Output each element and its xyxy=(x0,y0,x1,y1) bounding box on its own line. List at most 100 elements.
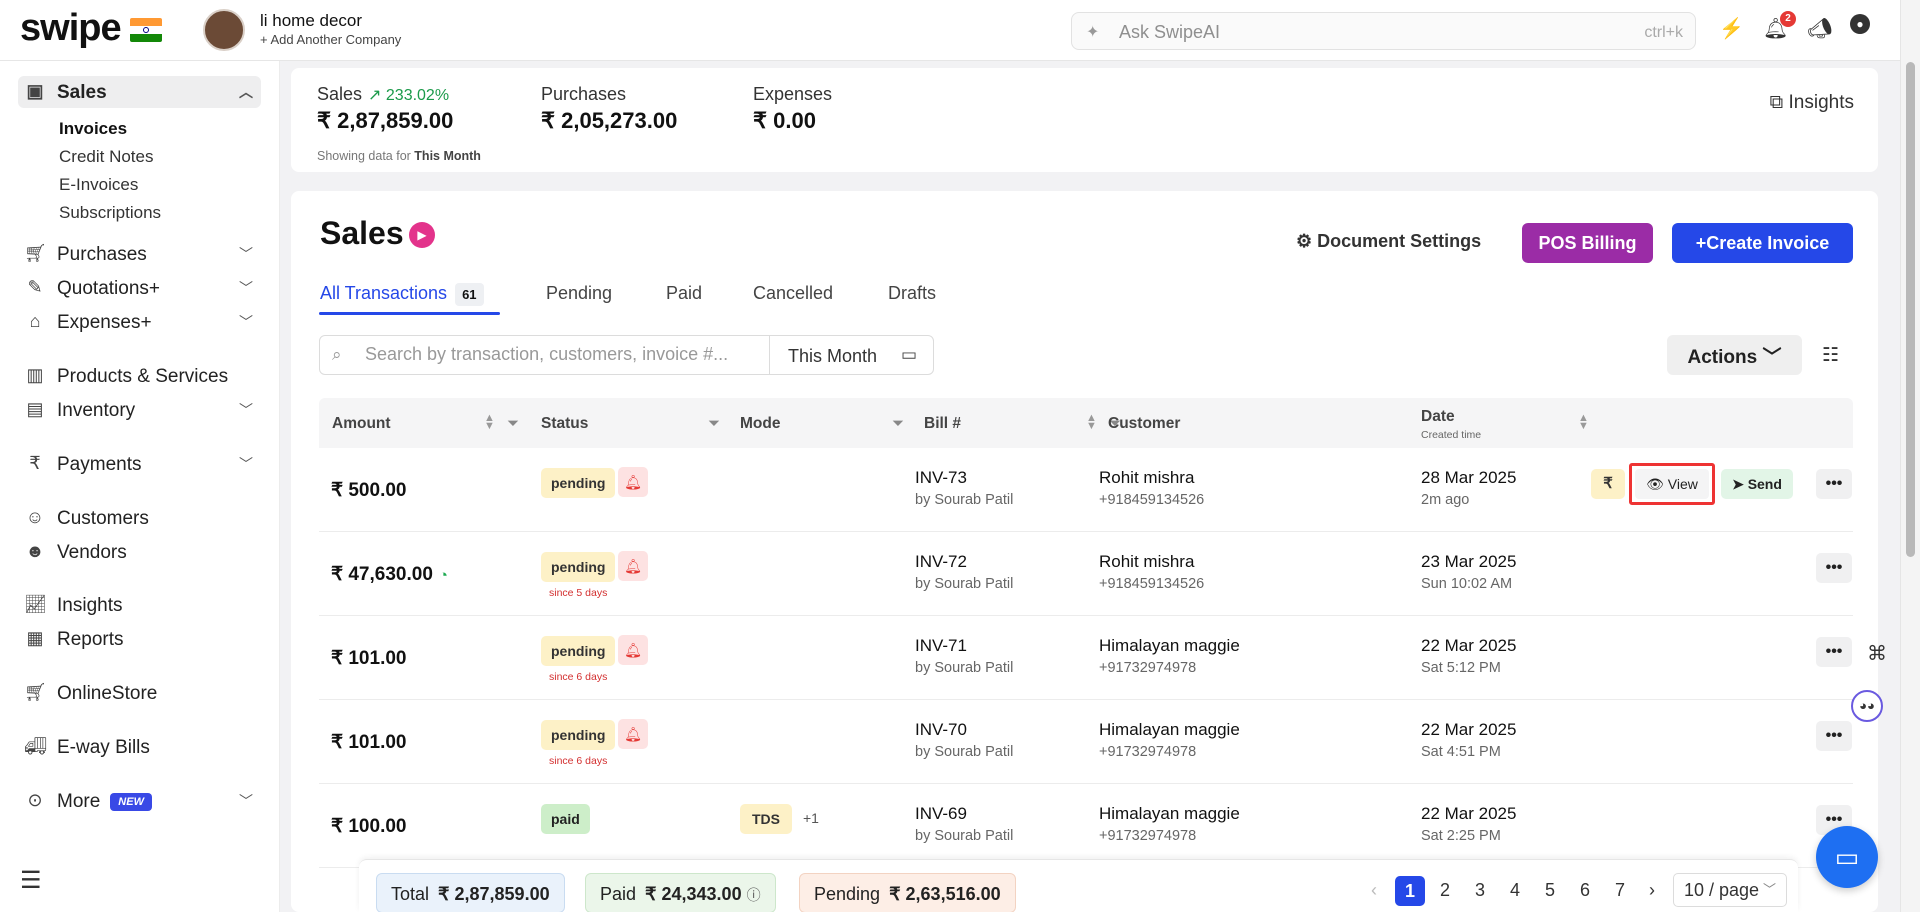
col-customer[interactable]: Customer xyxy=(1108,415,1180,433)
page-5[interactable]: 5 xyxy=(1545,880,1555,901)
sidebar-subitem-e-invoices[interactable]: E-Invoices xyxy=(59,175,138,195)
add-company-link[interactable]: + Add Another Company xyxy=(260,32,401,47)
col-bill[interactable]: Bill # xyxy=(924,415,961,433)
sidebar-item-expenses[interactable]: ⌂ Expenses+ ﹀ xyxy=(18,306,261,338)
sidebar-subitem-invoices[interactable]: Invoices xyxy=(59,119,127,139)
sidebar-item-insights[interactable]: 📈︎ Insights xyxy=(18,589,261,621)
sidebar-item-sales[interactable]: ▣ Sales ︿ xyxy=(18,76,261,108)
row-customer[interactable]: Rohit mishra xyxy=(1099,468,1194,488)
row-bill-number[interactable]: INV-69 xyxy=(915,804,967,824)
summary-footer: Total ₹ 2,87,859.00 Paid ₹ 24,343.00 ⓘ P… xyxy=(359,859,1798,912)
tab-count-badge: 61 xyxy=(455,283,484,306)
swipe-ai-placeholder: Ask SwipeAI xyxy=(1119,22,1221,42)
col-mode[interactable]: Mode xyxy=(740,415,780,433)
filter-icon[interactable]: ⏷ xyxy=(507,415,519,432)
page-4[interactable]: 4 xyxy=(1510,880,1520,901)
payment-mode-extra[interactable]: +1 xyxy=(803,810,819,826)
filter-icon[interactable]: ⏷ xyxy=(708,415,720,432)
next-page-icon[interactable]: › xyxy=(1649,880,1655,901)
row-bill-number[interactable]: INV-71 xyxy=(915,636,967,656)
row-bill-number[interactable]: INV-70 xyxy=(915,720,967,740)
tab-all-transactions[interactable]: All Transactions 61 xyxy=(320,283,484,306)
page-size-select[interactable]: 10 / page ﹀ xyxy=(1673,873,1787,907)
swipe-logo[interactable]: swipe xyxy=(20,7,122,50)
sort-icon[interactable]: ▲ ▼ xyxy=(1578,413,1589,432)
create-invoice-button[interactable]: +Create Invoice xyxy=(1672,223,1853,263)
status-badge: pending xyxy=(541,636,616,666)
tab-paid[interactable]: Paid xyxy=(666,283,702,304)
actions-dropdown[interactable]: Actions ﹀ xyxy=(1667,335,1802,375)
col-date[interactable]: Date xyxy=(1421,408,1455,426)
more-actions-button[interactable]: ••• xyxy=(1816,553,1852,583)
menu-icon[interactable]: ☰ xyxy=(20,866,42,895)
sidebar-subitem-subscriptions[interactable]: Subscriptions xyxy=(59,203,161,223)
more-actions-button[interactable]: ••• xyxy=(1816,637,1852,667)
pos-billing-button[interactable]: POS Billing xyxy=(1522,223,1653,263)
page-6[interactable]: 6 xyxy=(1580,880,1590,901)
apps-grid-icon[interactable]: ⌘ xyxy=(1862,641,1892,671)
page-1[interactable]: 1 xyxy=(1395,876,1425,906)
table-row[interactable]: ₹ 101.00 pending 🔔︎ since 6 days INV-70 … xyxy=(319,700,1853,784)
more-actions-button[interactable]: ••• xyxy=(1816,469,1852,499)
reminder-bell-icon[interactable]: 🔔︎ xyxy=(618,551,648,581)
table-row[interactable]: ₹ 101.00 pending 🔔︎ since 6 days INV-71 … xyxy=(319,616,1853,700)
col-status[interactable]: Status xyxy=(541,415,588,433)
filter-icon[interactable]: ⏷ xyxy=(892,415,904,432)
company-name[interactable]: li home decor xyxy=(260,11,362,31)
record-payment-button[interactable]: ₹ xyxy=(1591,469,1625,499)
megaphone-icon[interactable]: 📣︎ xyxy=(1807,16,1832,41)
view-button[interactable]: 👁︎ View xyxy=(1629,463,1715,505)
sidebar-item-eway-bills[interactable]: 🚚︎ E-way Bills xyxy=(18,731,261,763)
insights-link[interactable]: ⧉ Insights xyxy=(1770,92,1854,114)
reminder-bell-icon[interactable]: 🔔︎ xyxy=(618,635,648,665)
sidebar-item-more[interactable]: ⊙ More NEW ﹀ xyxy=(18,785,261,817)
row-customer[interactable]: Himalayan maggie xyxy=(1099,636,1240,656)
col-amount[interactable]: Amount xyxy=(332,415,391,433)
table-row[interactable]: ₹ 100.00 paid TDS +1 INV-69 by Sourab Pa… xyxy=(319,784,1853,868)
table-row[interactable]: ₹ 47,630.00 ◔ pending 🔔︎ since 5 days INV… xyxy=(319,532,1853,616)
column-settings-icon[interactable]: ☷ xyxy=(1822,344,1839,367)
sidebar-item-reports[interactable]: ▦ Reports xyxy=(18,623,261,655)
send-button[interactable]: ➤ Send xyxy=(1721,469,1793,499)
row-customer[interactable]: Himalayan maggie xyxy=(1099,804,1240,824)
scrollbar-thumb[interactable] xyxy=(1906,62,1915,557)
sidebar-item-inventory[interactable]: ▤ Inventory ﹀ xyxy=(18,394,261,426)
sidebar-item-purchases[interactable]: 🛒︎ Purchases ﹀ xyxy=(18,238,261,270)
page-2[interactable]: 2 xyxy=(1440,880,1450,901)
lightning-icon[interactable]: ⚡ xyxy=(1719,16,1744,41)
row-customer[interactable]: Himalayan maggie xyxy=(1099,720,1240,740)
sidebar-subitem-credit-notes[interactable]: Credit Notes xyxy=(59,147,153,167)
sidebar-item-online-store[interactable]: 🛒︎ OnlineStore xyxy=(18,677,261,709)
swipe-ai-search[interactable]: ✦ Ask SwipeAI ctrl+k xyxy=(1071,12,1696,50)
sort-icon[interactable]: ▲ ▼ xyxy=(484,413,495,432)
info-icon[interactable]: ⓘ xyxy=(747,887,761,903)
assistant-bot-icon[interactable]: ◕◕ xyxy=(1851,690,1883,722)
reminder-bell-icon[interactable]: 🔔︎ xyxy=(618,719,648,749)
sort-icon[interactable]: ▲ ▼ xyxy=(1086,413,1097,432)
reminder-bell-icon[interactable]: 🔔︎ xyxy=(618,467,648,497)
more-actions-button[interactable]: ••• xyxy=(1816,721,1852,751)
page-scrollbar[interactable] xyxy=(1900,0,1920,912)
tab-cancelled[interactable]: Cancelled xyxy=(753,283,833,304)
sidebar-item-products[interactable]: ▥ Products & Services xyxy=(18,360,261,392)
page-3[interactable]: 3 xyxy=(1475,880,1485,901)
prev-page-icon[interactable]: ‹ xyxy=(1371,880,1377,901)
tab-pending[interactable]: Pending xyxy=(546,283,612,304)
sidebar-item-quotations[interactable]: ✎ Quotations+ ﹀ xyxy=(18,272,261,304)
tab-drafts[interactable]: Drafts xyxy=(888,283,936,304)
page-7[interactable]: 7 xyxy=(1615,880,1625,901)
play-icon[interactable]: ▶ xyxy=(409,222,435,248)
row-bill-number[interactable]: INV-72 xyxy=(915,552,967,572)
company-avatar[interactable] xyxy=(203,9,245,51)
date-range-picker[interactable]: This Month ▭ xyxy=(769,335,934,375)
table-row[interactable]: ₹ 500.00 pending 🔔︎ INV-73 by Sourab Pat… xyxy=(319,448,1853,532)
search-input[interactable] xyxy=(365,344,760,365)
document-settings-button[interactable]: ⚙ Document Settings xyxy=(1296,231,1481,252)
user-icon[interactable]: ● xyxy=(1850,14,1870,34)
sidebar-item-customers[interactable]: ☺ Customers xyxy=(18,502,261,534)
sidebar-item-payments[interactable]: ₹ Payments ﹀ xyxy=(18,448,261,480)
chat-support-button[interactable]: ▭ xyxy=(1816,826,1878,888)
row-customer[interactable]: Rohit mishra xyxy=(1099,552,1194,572)
sidebar-item-vendors[interactable]: ☻ Vendors xyxy=(18,536,261,568)
row-bill-number[interactable]: INV-73 xyxy=(915,468,967,488)
